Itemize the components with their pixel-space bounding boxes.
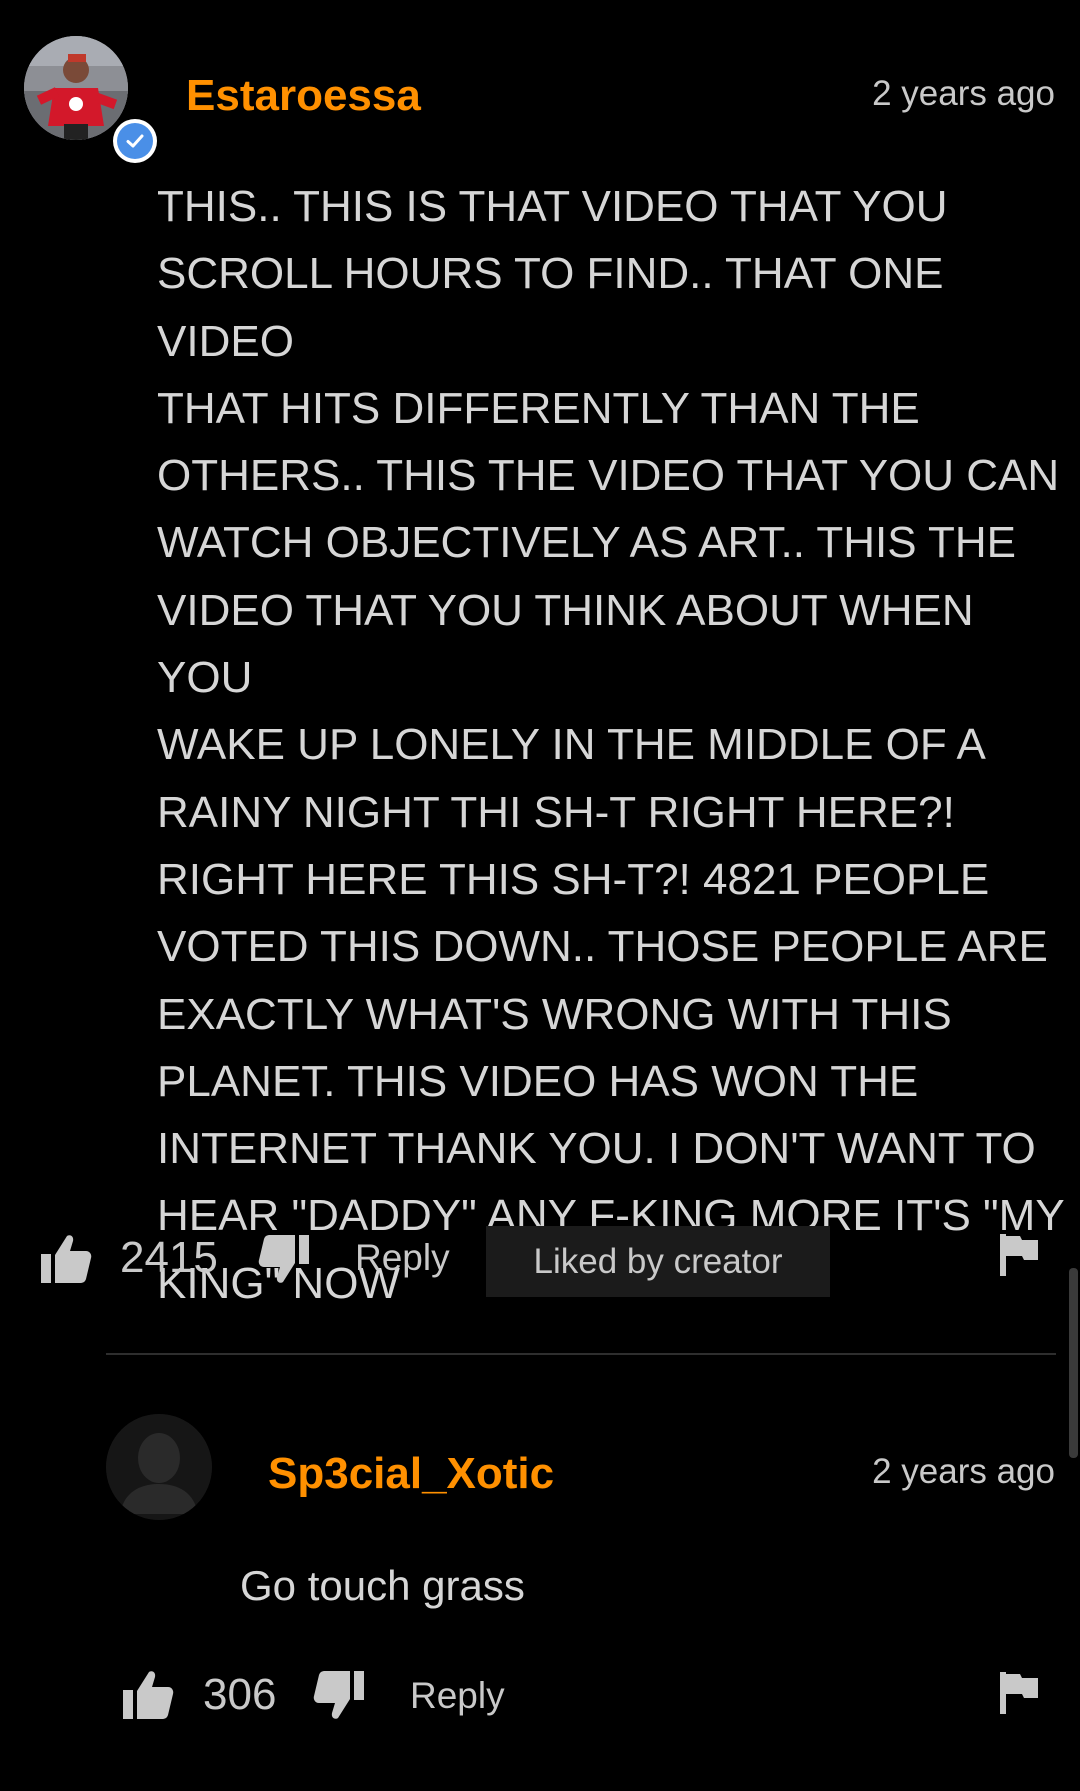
comment-timestamp: 2 years ago bbox=[872, 1452, 1055, 1491]
reply-button[interactable]: Reply bbox=[355, 1234, 450, 1282]
comment-body: THIS.. THIS IS THAT VIDEO THAT YOU SCROL… bbox=[157, 182, 1065, 1308]
thumbs-up-icon bbox=[123, 1671, 174, 1719]
verified-check-icon bbox=[117, 123, 153, 159]
default-avatar-icon bbox=[106, 1414, 212, 1520]
report-button[interactable] bbox=[998, 1670, 1040, 1714]
liked-by-creator-label: Liked by creator bbox=[533, 1241, 783, 1281]
comment-timestamp: 2 years ago bbox=[872, 74, 1055, 113]
thumbs-down-icon bbox=[258, 1235, 309, 1283]
dislike-button[interactable] bbox=[313, 1670, 365, 1720]
reply-button[interactable]: Reply bbox=[410, 1672, 505, 1720]
like-button[interactable] bbox=[122, 1670, 174, 1720]
report-button[interactable] bbox=[998, 1232, 1040, 1276]
like-count: 306 bbox=[203, 1670, 277, 1719]
user-photo bbox=[24, 36, 128, 140]
flag-icon bbox=[1000, 1672, 1038, 1714]
thumbs-up-icon bbox=[41, 1235, 92, 1283]
comment-username[interactable]: Sp3cial_Xotic bbox=[268, 1448, 554, 1500]
avatar[interactable] bbox=[106, 1414, 212, 1520]
dislike-button[interactable] bbox=[258, 1234, 310, 1284]
comment-body: Go touch grass bbox=[240, 1562, 525, 1609]
avatar[interactable] bbox=[24, 36, 128, 140]
scrollbar[interactable] bbox=[1069, 1268, 1078, 1458]
comment-username[interactable]: Estaroessa bbox=[186, 70, 421, 122]
divider bbox=[106, 1353, 1056, 1355]
liked-by-creator-badge: Liked by creator bbox=[486, 1226, 830, 1297]
flag-icon bbox=[1000, 1234, 1038, 1276]
like-button[interactable] bbox=[40, 1234, 92, 1284]
verified-badge bbox=[113, 119, 157, 163]
thumbs-down-icon bbox=[313, 1671, 364, 1719]
like-count: 2415 bbox=[120, 1233, 218, 1282]
